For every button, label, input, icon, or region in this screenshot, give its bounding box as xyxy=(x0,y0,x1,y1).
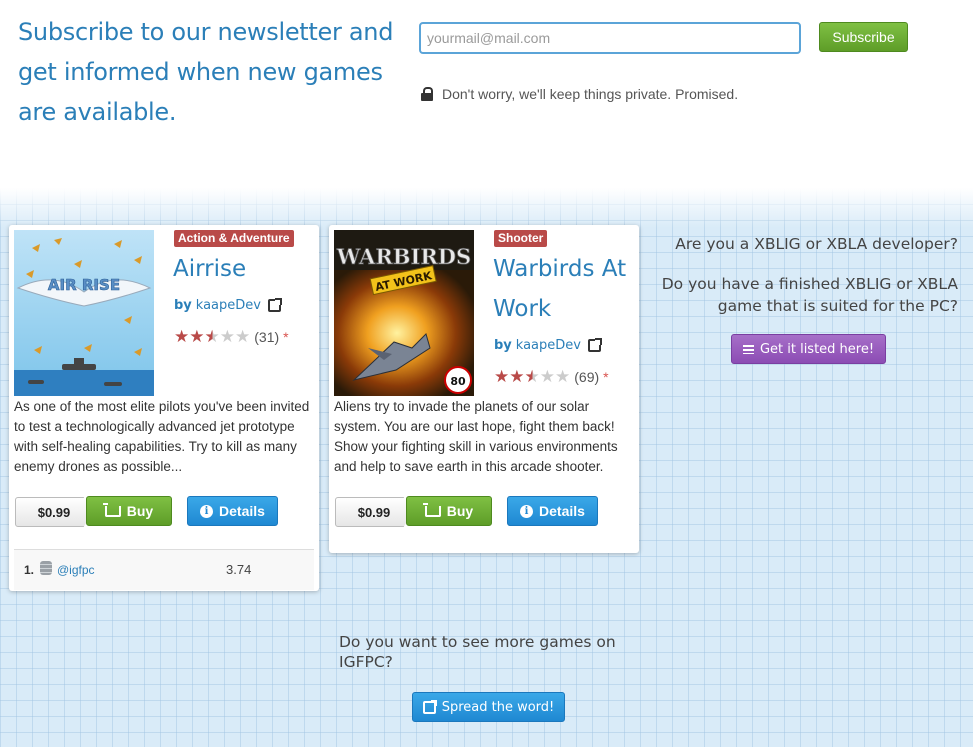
price-tag: $0.99 xyxy=(15,497,93,527)
star-icon[interactable]: ★ xyxy=(525,368,540,385)
details-label: Details xyxy=(219,503,265,519)
game-thumbnail-warbirds[interactable]: WARBIRDS AT WORK 80 xyxy=(334,230,474,396)
info-icon: i xyxy=(200,504,214,518)
rating-asterisk: * xyxy=(283,328,289,345)
leaderboard: 1. @igfpc 3.74 xyxy=(14,549,314,590)
newsletter-heading: Subscribe to our newsletter and get info… xyxy=(18,18,394,126)
game-title[interactable]: Airrise xyxy=(173,249,317,289)
leaderboard-user-link[interactable]: @igfpc xyxy=(57,563,95,577)
rating-asterisk: * xyxy=(603,368,609,385)
details-button[interactable]: i Details xyxy=(187,496,278,526)
external-link-icon[interactable] xyxy=(267,298,282,312)
airrise-cover-art: AIR RISE xyxy=(14,230,154,396)
share-icon xyxy=(422,699,437,714)
game-description: As one of the most elite pilots you've b… xyxy=(14,399,310,474)
by-label: by xyxy=(494,338,512,353)
author-link[interactable]: kaapeDev xyxy=(196,298,261,313)
game-description: Aliens try to invade the planets of our … xyxy=(334,399,618,474)
game-rating[interactable]: ★ ★ ★ ★ ★ (31) * xyxy=(174,328,289,345)
spread-the-word-button[interactable]: Spread the word! xyxy=(412,692,565,722)
buy-button[interactable]: Buy xyxy=(406,496,492,526)
leaderboard-rank: 1. xyxy=(24,563,35,577)
star-icon[interactable]: ★ xyxy=(174,328,189,345)
game-thumbnail-airrise[interactable]: AIR RISE xyxy=(14,230,154,396)
by-label: by xyxy=(174,298,192,313)
thumb-badge: 80 xyxy=(450,375,466,388)
author-link[interactable]: kaapeDev xyxy=(516,338,581,353)
get-listed-button[interactable]: Get it listed here! xyxy=(731,334,886,364)
game-byline: by kaapeDev xyxy=(174,298,282,313)
game-card-airrise: AIR RISE Action & Adventure Airrise by k… xyxy=(9,225,319,591)
privacy-note: Don't worry, we'll keep things private. … xyxy=(421,86,738,102)
star-icon[interactable]: ★ xyxy=(205,328,220,345)
genre-badge[interactable]: Shooter xyxy=(494,230,548,247)
details-label: Details xyxy=(539,503,585,519)
star-icon[interactable]: ★ xyxy=(220,328,235,345)
newsletter-section: Subscribe to our newsletter and get info… xyxy=(0,0,973,200)
privacy-text: Don't worry, we'll keep things private. … xyxy=(442,86,739,102)
buy-button[interactable]: Buy xyxy=(86,496,172,526)
buy-label: Buy xyxy=(126,503,154,519)
leaderboard-score: 3.74 xyxy=(226,562,252,577)
subscribe-button[interactable]: Subscribe xyxy=(819,22,908,52)
thumb-title: WARBIRDS xyxy=(336,244,471,269)
lock-icon xyxy=(421,87,433,101)
game-rating[interactable]: ★ ★ ★ ★ ★ (69) * xyxy=(494,368,609,385)
external-link-icon[interactable] xyxy=(587,338,602,352)
star-icon[interactable]: ★ xyxy=(509,368,524,385)
game-byline: by kaapeDev xyxy=(494,338,602,353)
star-icon[interactable]: ★ xyxy=(494,368,509,385)
warbirds-cover-art: WARBIRDS AT WORK 80 xyxy=(334,230,474,396)
rating-stars[interactable]: ★ ★ ★ ★ ★ xyxy=(494,368,570,385)
email-input[interactable] xyxy=(419,22,801,54)
details-button[interactable]: i Details xyxy=(507,496,598,526)
buy-label: Buy xyxy=(446,503,474,519)
rating-count: (31) xyxy=(254,328,280,345)
more-games-question: Do you want to see more games on IGFPC? xyxy=(339,633,616,671)
rating-count: (69) xyxy=(574,368,600,385)
cart-icon xyxy=(102,502,121,517)
developer-question-finished-game: Do you have a finished XBLIG or XBLA gam… xyxy=(661,275,958,315)
developer-question: Are you a XBLIG or XBLA developer? xyxy=(675,235,958,253)
thumb-title: AIR RISE xyxy=(48,276,120,294)
list-icon xyxy=(742,344,754,354)
star-icon[interactable]: ★ xyxy=(235,328,250,345)
star-icon[interactable]: ★ xyxy=(189,328,204,345)
game-card-warbirds: WARBIRDS AT WORK 80 Shooter Warbirds At … xyxy=(329,225,639,553)
get-listed-label: Get it listed here! xyxy=(759,341,875,357)
game-title[interactable]: Warbirds At Work xyxy=(493,249,637,329)
cart-icon xyxy=(422,502,441,517)
rating-stars[interactable]: ★ ★ ★ ★ ★ xyxy=(174,328,250,345)
genre-badge[interactable]: Action & Adventure xyxy=(174,230,294,247)
star-icon[interactable]: ★ xyxy=(540,368,555,385)
star-icon[interactable]: ★ xyxy=(555,368,570,385)
spread-the-word-label: Spread the word! xyxy=(441,699,555,715)
info-icon: i xyxy=(520,504,534,518)
coin-stack-icon xyxy=(40,561,52,575)
price-tag: $0.99 xyxy=(335,497,413,527)
